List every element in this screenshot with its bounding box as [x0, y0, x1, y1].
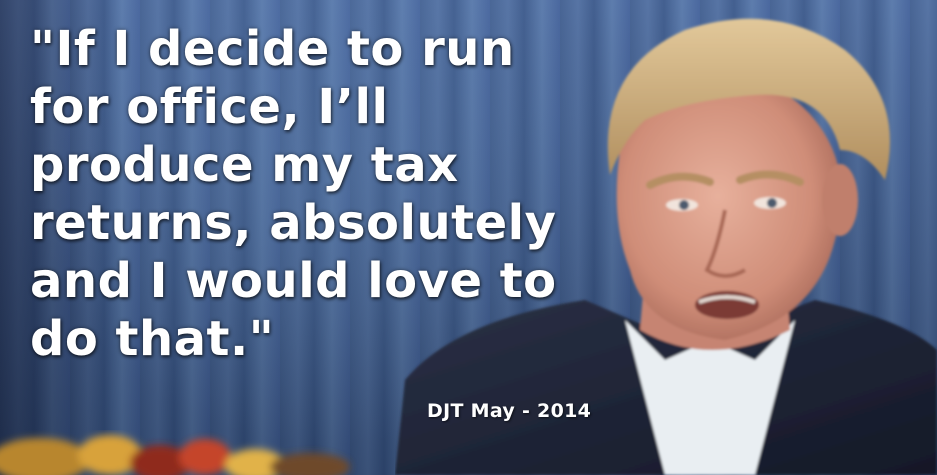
fruit-bowl-image: [0, 435, 350, 475]
attribution-text: DJT May - 2014: [427, 400, 592, 422]
quote-text: "If I decide to run for office, I’ll pro…: [30, 21, 557, 367]
meme-image: "If I decide to run for office, I’ll pro…: [0, 0, 937, 475]
